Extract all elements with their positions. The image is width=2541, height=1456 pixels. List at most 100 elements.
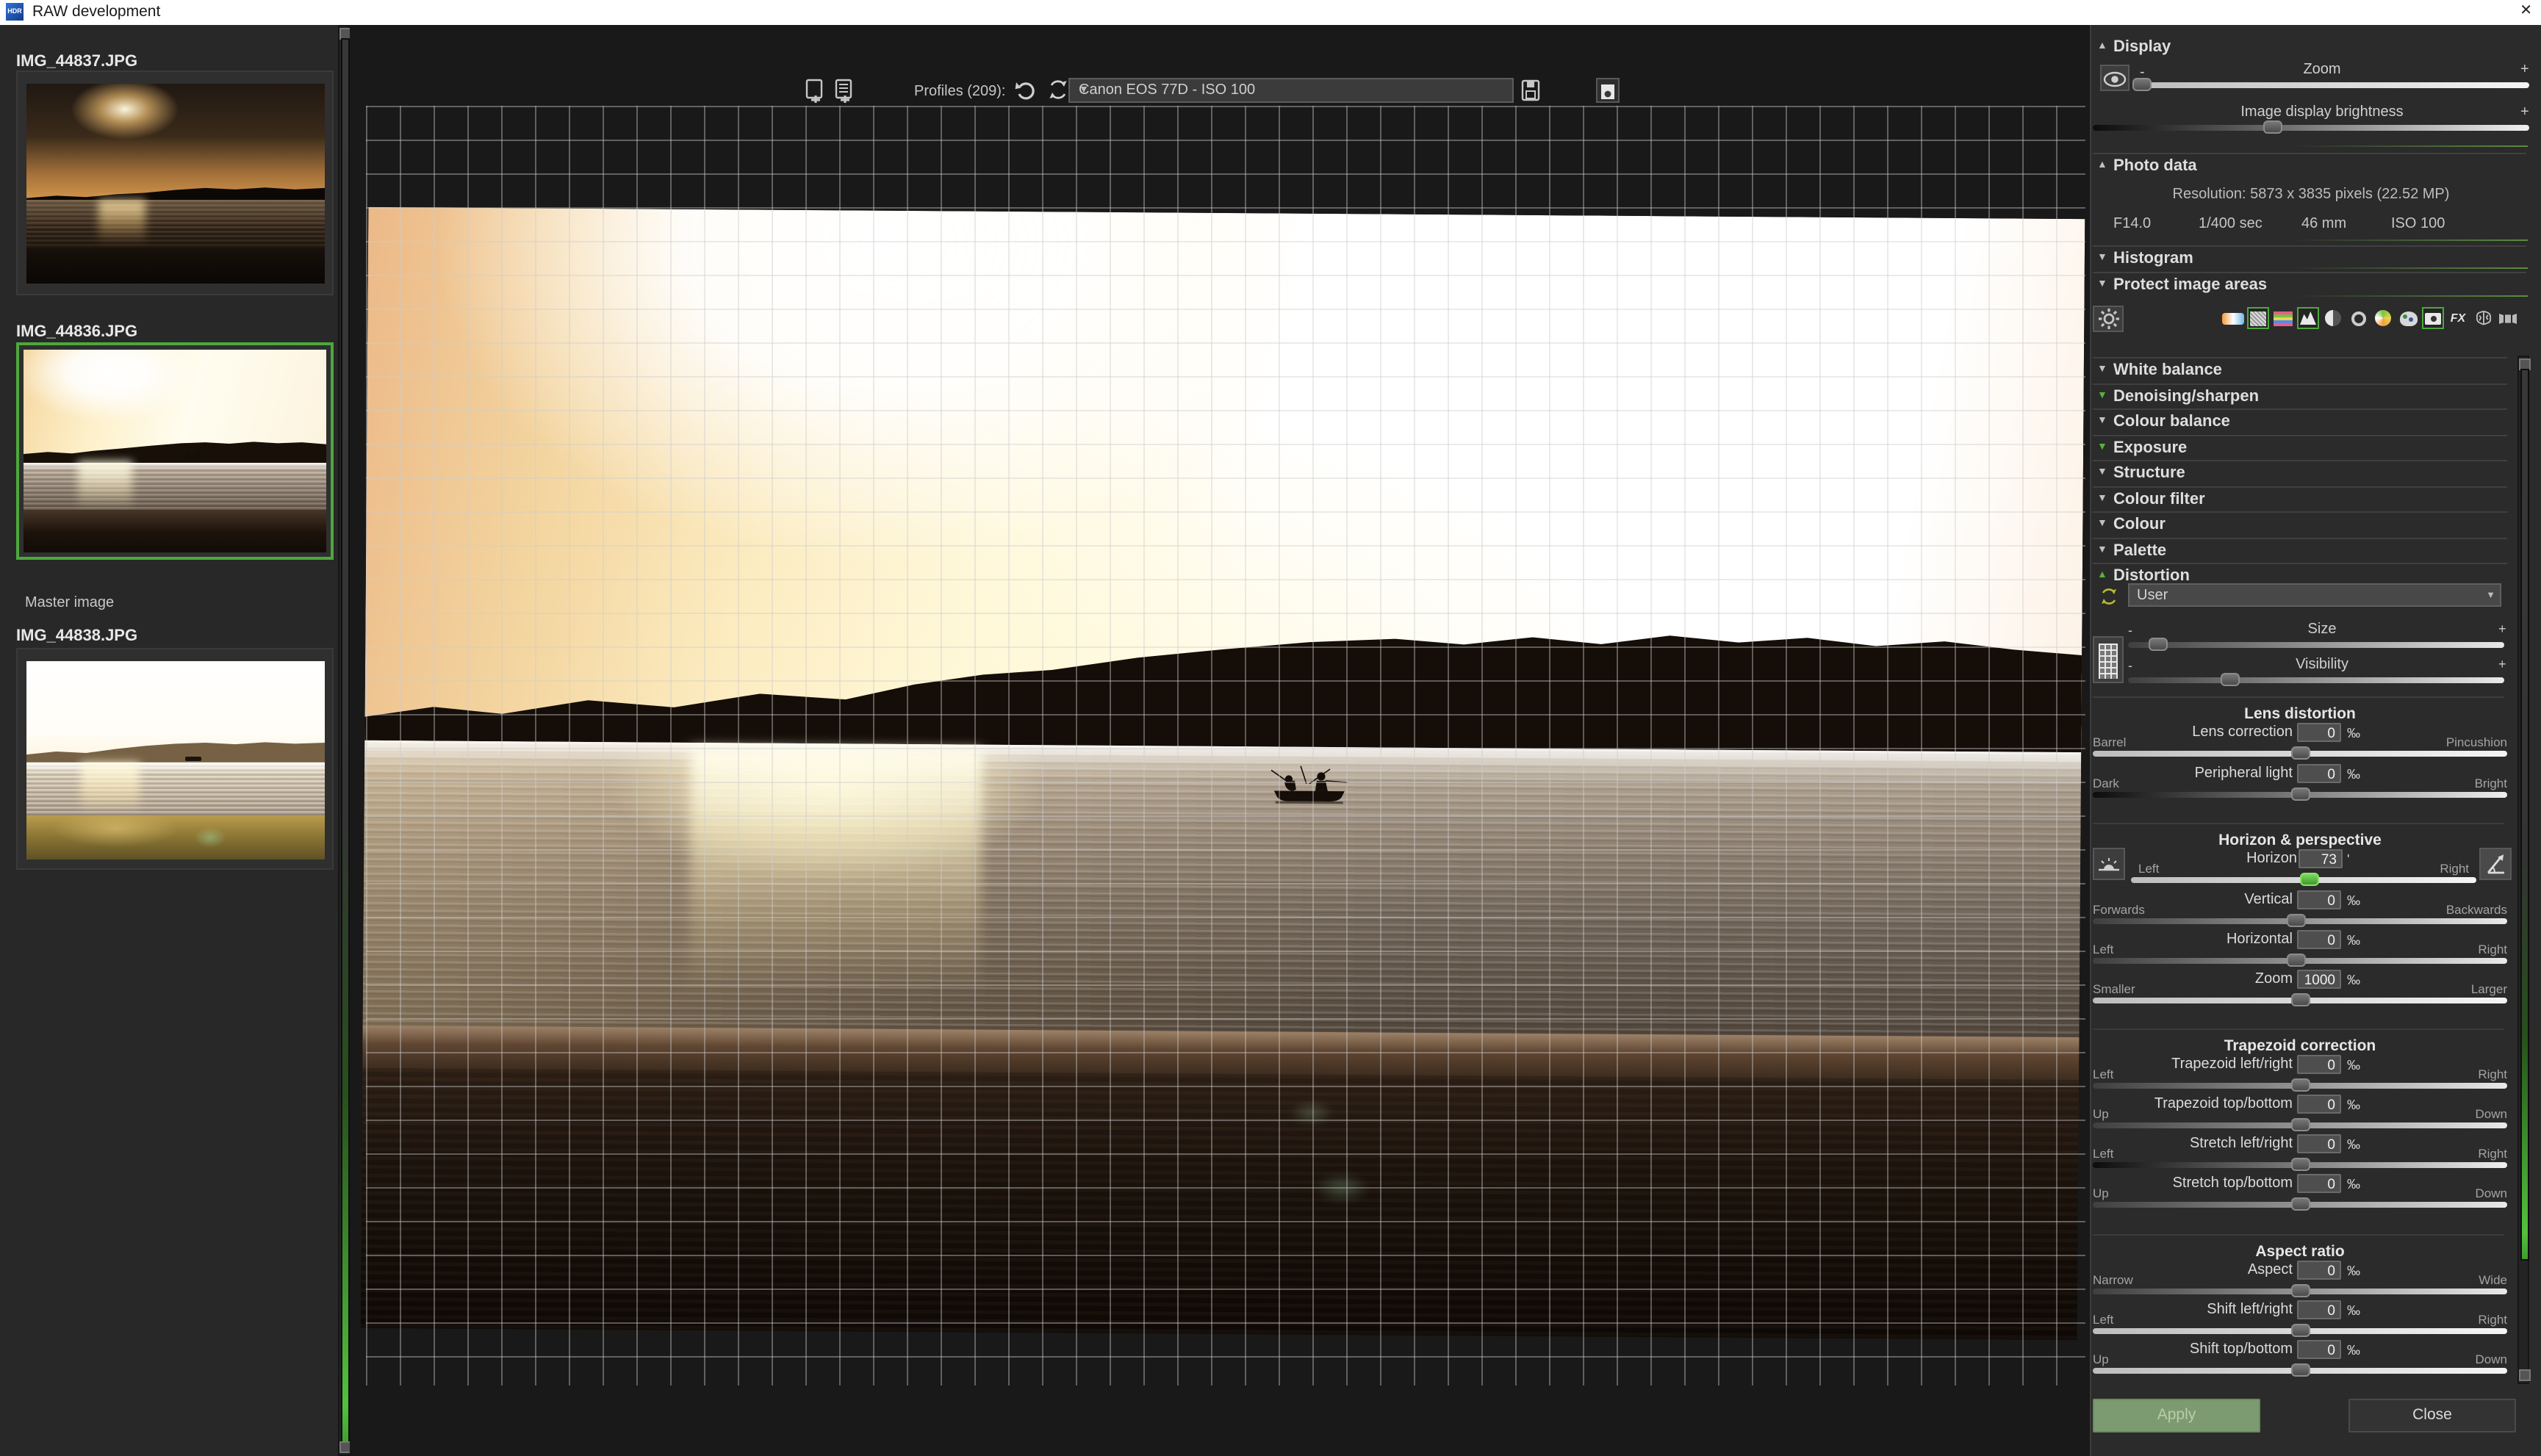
panel-scrollbar[interactable] — [2517, 356, 2529, 1384]
value-input[interactable]: 0 — [2297, 1134, 2341, 1153]
value-input[interactable]: 0 — [2297, 1340, 2341, 1359]
section-header-white-balance[interactable]: ▼ White balance — [2093, 357, 2507, 383]
slider-track[interactable] — [2093, 958, 2507, 964]
size-minus-label[interactable]: - — [2128, 623, 2132, 638]
section-header-colour[interactable]: ▼ Colour — [2093, 511, 2507, 538]
visibility-plus-label[interactable]: + — [2498, 657, 2506, 671]
window-close-icon[interactable]: ✕ — [2520, 3, 2532, 19]
filmstrip-scrollbar[interactable] — [338, 25, 350, 1456]
section-header-photo-data[interactable]: ▲ Photo data — [2093, 153, 2526, 179]
close-button[interactable]: Close — [2348, 1399, 2516, 1432]
section-header-denoising[interactable]: ▼ Denoising/sharpen — [2093, 383, 2507, 410]
save-profile-icon[interactable] — [1520, 78, 1542, 103]
slider-track[interactable] — [2093, 998, 2507, 1003]
distortion-preset-select[interactable]: User ▼ — [2128, 583, 2501, 607]
preview-toggle-button[interactable] — [1596, 78, 1620, 103]
section-header-protect-areas[interactable]: ▼ Protect image areas — [2093, 272, 2526, 298]
slider-handle[interactable] — [2291, 1363, 2310, 1377]
denoise-tool-icon[interactable] — [2247, 307, 2269, 329]
display-zoom-slider[interactable] — [2134, 82, 2529, 88]
value-input[interactable]: 0 — [2297, 1055, 2341, 1074]
grid-overlay-button[interactable] — [2093, 636, 2124, 683]
add-profile-list-icon[interactable] — [832, 78, 857, 103]
colour-tool-icon[interactable] — [2372, 307, 2394, 329]
slider-track[interactable] — [2093, 1328, 2507, 1334]
value-input[interactable]: 0 — [2297, 1174, 2341, 1193]
angle-measure-icon[interactable] — [2479, 848, 2512, 880]
display-brightness-slider[interactable] — [2093, 125, 2529, 131]
slider-handle[interactable] — [2291, 746, 2310, 760]
value-input[interactable]: 0 — [2297, 764, 2341, 783]
visibility-minus-label[interactable]: - — [2128, 658, 2132, 673]
slider-track[interactable] — [2093, 1289, 2507, 1294]
thumbnail-image-2-master[interactable] — [16, 342, 334, 560]
structure-tool-icon[interactable] — [2322, 307, 2344, 329]
grid-size-slider[interactable] — [2128, 642, 2504, 648]
colour-balance-tool-icon[interactable] — [2272, 307, 2294, 329]
undo-profile-icon[interactable] — [1014, 78, 1038, 103]
slider-track[interactable] — [2093, 1368, 2507, 1374]
value-input[interactable]: 0 — [2297, 723, 2341, 742]
add-profile-icon[interactable] — [802, 78, 827, 103]
slider-handle[interactable] — [2287, 954, 2306, 967]
horizon-tool-icon[interactable] — [2093, 848, 2125, 880]
settings-gear-button[interactable] — [2093, 306, 2124, 332]
value-input[interactable]: 0 — [2297, 1095, 2341, 1114]
eye-preview-button[interactable] — [2100, 65, 2130, 91]
value-input[interactable]: 0 — [2297, 1300, 2341, 1319]
slider-handle[interactable] — [2291, 1118, 2310, 1131]
panel-scrollbar-thumb[interactable] — [2520, 369, 2529, 1261]
distortion-tool-icon[interactable] — [2422, 307, 2444, 329]
slider-handle[interactable] — [2263, 120, 2282, 134]
reset-profile-icon[interactable] — [1046, 78, 1070, 103]
slider-track[interactable] — [2093, 1122, 2507, 1128]
slider-handle[interactable] — [2133, 78, 2152, 91]
slider-track[interactable] — [2093, 1202, 2507, 1208]
section-header-colour-balance[interactable]: ▼ Colour balance — [2093, 408, 2507, 435]
slider-handle[interactable] — [2291, 1197, 2310, 1211]
reset-distortion-icon[interactable] — [2099, 586, 2119, 607]
section-header-exposure[interactable]: ▼ Exposure — [2093, 435, 2507, 461]
value-input[interactable]: 73 — [2299, 849, 2343, 868]
apply-button[interactable]: Apply — [2093, 1399, 2260, 1432]
slider-handle[interactable] — [2291, 1324, 2310, 1337]
slider-handle[interactable] — [2291, 1158, 2310, 1171]
size-plus-label[interactable]: + — [2498, 621, 2506, 636]
section-header-display[interactable]: ▲ Display — [2093, 35, 2526, 60]
value-input[interactable]: 1000 — [2297, 970, 2341, 989]
exposure-tool-icon[interactable] — [2297, 307, 2319, 329]
slider-handle[interactable] — [2287, 914, 2306, 927]
slider-track[interactable] — [2131, 877, 2476, 883]
section-header-structure[interactable]: ▼ Structure — [2093, 460, 2507, 486]
panorama-tool-icon[interactable] — [2497, 307, 2519, 329]
grid-visibility-slider[interactable] — [2128, 677, 2504, 683]
section-header-colour-filter[interactable]: ▼ Colour filter — [2093, 486, 2507, 513]
slider-handle[interactable] — [2149, 638, 2168, 651]
white-balance-tool-icon[interactable] — [2222, 307, 2244, 329]
slider-track[interactable] — [2093, 1083, 2507, 1089]
slider-handle[interactable] — [2291, 993, 2310, 1006]
slider-handle[interactable] — [2291, 1078, 2310, 1092]
slider-handle[interactable] — [2291, 1284, 2310, 1297]
thumbnail-image-1[interactable] — [16, 71, 334, 295]
slider-handle[interactable] — [2291, 788, 2310, 801]
slider-track[interactable] — [2093, 751, 2507, 757]
palette-tool-icon[interactable] — [2397, 307, 2419, 329]
zoom-plus-label[interactable]: + — [2520, 62, 2529, 78]
slider-track[interactable] — [2093, 918, 2507, 924]
slider-track[interactable] — [2093, 1162, 2507, 1168]
scroll-down-icon[interactable] — [2519, 1369, 2531, 1381]
slider-track[interactable] — [2093, 792, 2507, 798]
filmstrip-scrollbar-thumb[interactable] — [341, 38, 350, 1449]
fx-tool-icon[interactable]: FX — [2447, 307, 2469, 329]
brightness-plus-label[interactable]: + — [2520, 104, 2529, 120]
colour-filter-tool-icon[interactable] — [2347, 307, 2369, 329]
photo-preview[interactable] — [361, 207, 2085, 1340]
value-input[interactable]: 0 — [2297, 930, 2341, 949]
thumbnail-image-3[interactable] — [16, 648, 334, 870]
slider-handle[interactable] — [2300, 873, 2319, 886]
ai-brain-tool-icon[interactable] — [2472, 307, 2494, 329]
value-input[interactable]: 0 — [2297, 890, 2341, 909]
slider-handle[interactable] — [2221, 673, 2240, 686]
profile-select[interactable]: Canon EOS 77D - ISO 100 ▼ — [1068, 78, 1514, 103]
